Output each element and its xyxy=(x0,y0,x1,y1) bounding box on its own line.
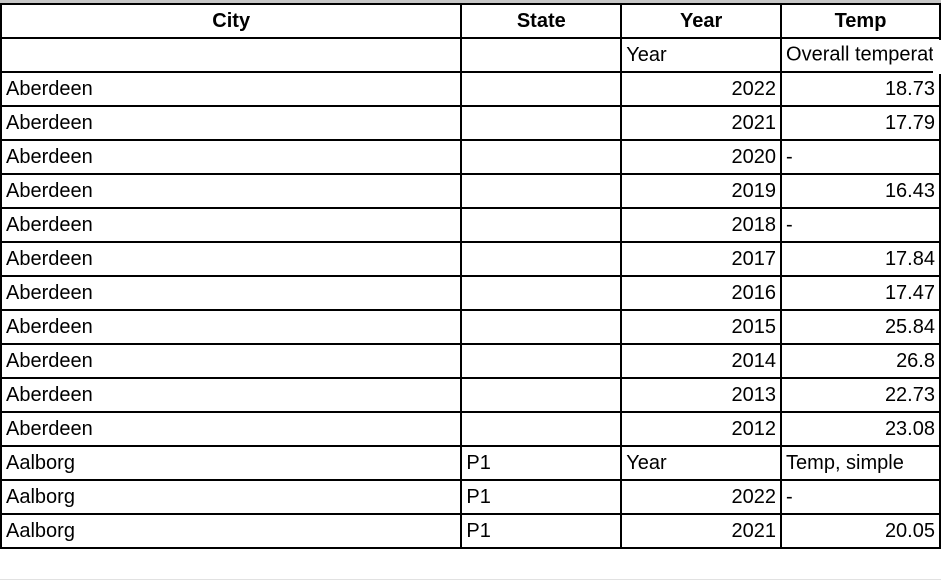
cell-temp[interactable]: 18.73 xyxy=(780,71,941,107)
cell-temp[interactable]: 23.08 xyxy=(780,411,941,447)
cell-city[interactable]: Aberdeen xyxy=(0,241,463,277)
cell-state[interactable] xyxy=(460,71,623,107)
table-row: Aberdeen 2014 26.8 xyxy=(0,343,941,379)
cell-temp[interactable]: Temp, simple xyxy=(780,445,941,481)
cell-temp[interactable]: 26.8 xyxy=(780,343,941,379)
cell-state[interactable] xyxy=(460,411,623,447)
cell-city[interactable]: Aberdeen xyxy=(0,105,463,141)
cell-state[interactable] xyxy=(460,207,623,243)
cell-year[interactable]: 2022 xyxy=(620,479,783,515)
cell-year[interactable]: 2021 xyxy=(620,105,783,141)
header-row: City State Year Temp xyxy=(0,3,941,39)
cell-temp[interactable]: - xyxy=(780,207,941,243)
column-header-state[interactable]: State xyxy=(460,3,623,39)
cell-temp[interactable]: - xyxy=(780,139,941,175)
cell-state[interactable]: P1 xyxy=(460,479,623,515)
cell-temp[interactable]: 17.47 xyxy=(780,275,941,311)
cell-state[interactable] xyxy=(460,275,623,311)
cell-temp[interactable]: 17.79 xyxy=(780,105,941,141)
cell-state[interactable]: P1 xyxy=(460,445,623,481)
column-header-city[interactable]: City xyxy=(0,3,463,39)
cell-temp[interactable]: 22.73 xyxy=(780,377,941,413)
cell-city[interactable] xyxy=(0,37,463,73)
cell-city[interactable]: Aberdeen xyxy=(0,411,463,447)
cell-city[interactable]: Aberdeen xyxy=(0,207,463,243)
cell-year[interactable]: 2019 xyxy=(620,173,783,209)
cell-city[interactable]: Aberdeen xyxy=(0,139,463,175)
table-row: Aberdeen 2018- xyxy=(0,207,941,243)
cell-temp-text: Overall temperatu xyxy=(786,43,941,66)
cell-city[interactable]: Aalborg xyxy=(0,513,463,549)
cell-temp[interactable]: 25.84 xyxy=(780,309,941,345)
cell-state[interactable] xyxy=(460,309,623,345)
table-row: Aalborg P1 2021 20.05 xyxy=(0,513,941,549)
table-row: Aberdeen 2012 23.08 xyxy=(0,411,941,447)
table-row: Aberdeen 2019 16.43 xyxy=(0,173,941,209)
cell-city[interactable]: Aberdeen xyxy=(0,343,463,379)
cell-temp[interactable]: 20.05 xyxy=(780,513,941,549)
cell-state[interactable] xyxy=(460,241,623,277)
cell-year[interactable]: 2012 xyxy=(620,411,783,447)
cell-city[interactable]: Aalborg xyxy=(0,445,463,481)
table-row: Aberdeen 2020- xyxy=(0,139,941,175)
cell-year[interactable]: 2015 xyxy=(620,309,783,345)
cell-year[interactable]: 2021 xyxy=(620,513,783,549)
table-row: Aalborg P1 2022- xyxy=(0,479,941,515)
cell-city[interactable]: Aberdeen xyxy=(0,275,463,311)
table-row: Aberdeen 2022 18.73 xyxy=(0,71,941,107)
cell-year[interactable]: 2017 xyxy=(620,241,783,277)
table-row: Aalborg P1 Year Temp, simple xyxy=(0,445,941,481)
cell-city[interactable]: Aberdeen xyxy=(0,309,463,345)
cell-year[interactable]: 2014 xyxy=(620,343,783,379)
spreadsheet-table: City State Year Temp Year Overall temper… xyxy=(0,3,941,549)
table-row: Aberdeen 2013 22.73 xyxy=(0,377,941,413)
cell-state[interactable] xyxy=(460,173,623,209)
table-row: Aberdeen 2016 17.47 xyxy=(0,275,941,311)
cell-temp[interactable]: 17.84 xyxy=(780,241,941,277)
cell-city[interactable]: Aberdeen xyxy=(0,71,463,107)
cell-temp[interactable]: - xyxy=(780,479,941,515)
cell-year[interactable]: Year xyxy=(620,445,783,481)
cell-temp[interactable]: 16.43 xyxy=(780,173,941,209)
cell-state[interactable] xyxy=(460,377,623,413)
column-header-temp[interactable]: Temp xyxy=(780,3,941,39)
cell-temp[interactable]: Overall temperatu xyxy=(780,37,941,73)
cell-state[interactable] xyxy=(460,343,623,379)
cell-year[interactable]: 2022 xyxy=(620,71,783,107)
cell-city[interactable]: Aberdeen xyxy=(0,173,463,209)
table-row: Aberdeen 2015 25.84 xyxy=(0,309,941,345)
cell-state[interactable]: P1 xyxy=(460,513,623,549)
table-row: Aberdeen 2017 17.84 xyxy=(0,241,941,277)
cell-year[interactable]: Year xyxy=(620,37,783,73)
cell-year[interactable]: 2018 xyxy=(620,207,783,243)
cell-state[interactable] xyxy=(460,105,623,141)
cell-year[interactable]: 2013 xyxy=(620,377,783,413)
column-header-year[interactable]: Year xyxy=(620,3,783,39)
cell-state[interactable] xyxy=(460,37,623,73)
subheader-row: Year Overall temperatu xyxy=(0,37,941,73)
cell-year[interactable]: 2020 xyxy=(620,139,783,175)
cell-state[interactable] xyxy=(460,139,623,175)
cell-city[interactable]: Aalborg xyxy=(0,479,463,515)
table-row: Aberdeen 2021 17.79 xyxy=(0,105,941,141)
cell-city[interactable]: Aberdeen xyxy=(0,377,463,413)
cell-year[interactable]: 2016 xyxy=(620,275,783,311)
clip-mask xyxy=(933,40,941,74)
